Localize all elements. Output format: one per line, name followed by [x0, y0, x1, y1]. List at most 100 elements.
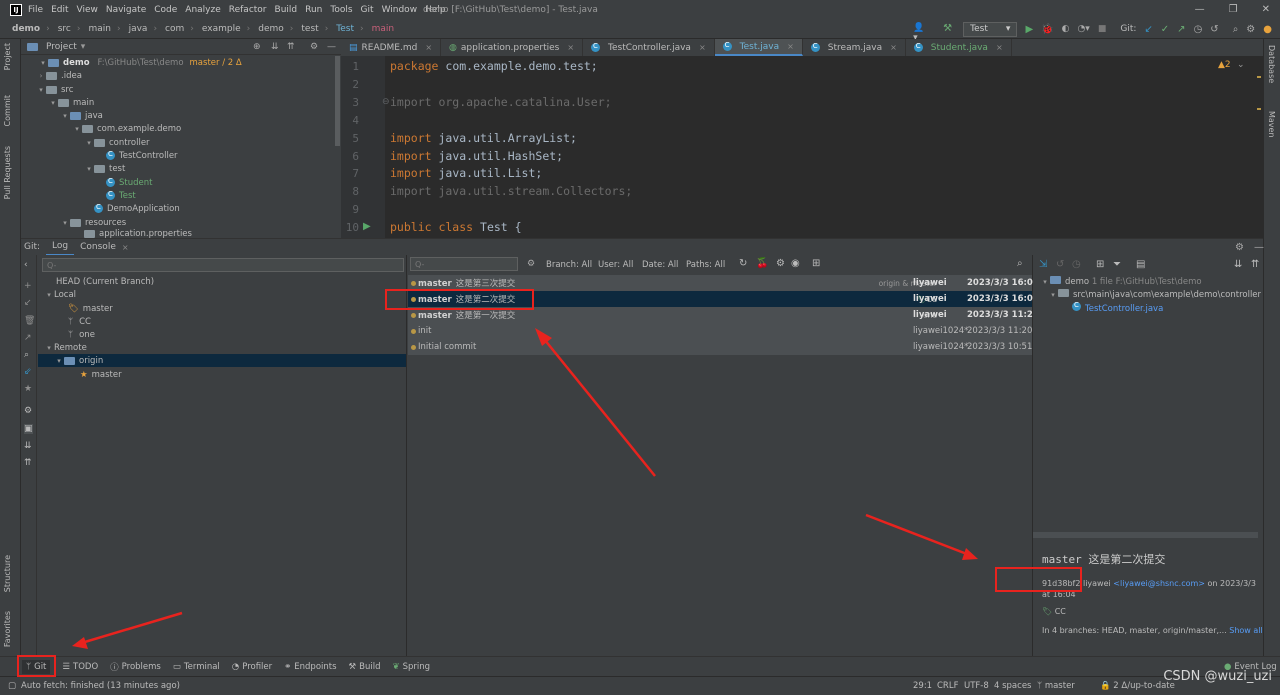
- tool-tab-build[interactable]: ⚒ Build: [349, 662, 381, 672]
- history-icon[interactable]: ◷: [1072, 259, 1081, 270]
- maximize-icon[interactable]: ❐: [1229, 4, 1238, 15]
- run-gutter-icon[interactable]: ▶: [363, 221, 371, 232]
- status-branch[interactable]: ᛘ master: [1037, 681, 1075, 691]
- gear-icon[interactable]: ⚙: [310, 42, 318, 52]
- show-all-link[interactable]: Show all: [1229, 626, 1262, 635]
- update-icon[interactable]: ↙: [24, 298, 32, 308]
- tree-node-controller[interactable]: ▾ controller: [84, 136, 149, 149]
- push-icon[interactable]: ↗: [24, 333, 32, 343]
- gear-icon[interactable]: ⚙: [24, 406, 32, 416]
- menu-refactor[interactable]: Refactor: [229, 5, 267, 15]
- code-editor[interactable]: [341, 56, 1263, 238]
- branch-group-remote[interactable]: ▾ Remote: [44, 341, 87, 354]
- hide-icon[interactable]: —: [1254, 242, 1264, 253]
- close-icon[interactable]: ×: [890, 43, 897, 52]
- close-icon[interactable]: ×: [567, 43, 574, 52]
- status-position[interactable]: 29:1: [913, 681, 932, 691]
- fold-icon[interactable]: ⊖: [382, 97, 390, 107]
- pull-requests-tool-button[interactable]: Pull Requests: [3, 146, 12, 199]
- tab-testcontroller[interactable]: TestController.java ×: [583, 39, 715, 56]
- status-indent[interactable]: 4 spaces: [994, 681, 1031, 691]
- breadcrumb-com[interactable]: com: [165, 24, 184, 34]
- hide-icon[interactable]: —: [327, 42, 336, 52]
- maven-tool-button[interactable]: Maven: [1267, 111, 1276, 138]
- commit-tool-button[interactable]: Commit: [3, 95, 12, 126]
- tree-node-main[interactable]: ▾ main: [48, 96, 94, 109]
- expand-all-icon[interactable]: ⇊: [271, 42, 279, 52]
- menu-run[interactable]: Run: [305, 5, 322, 15]
- locate-icon[interactable]: ⊕: [253, 42, 261, 52]
- tree-node-test-class[interactable]: Test: [106, 189, 136, 202]
- hammer-icon[interactable]: ⚒: [943, 23, 955, 35]
- regex-icon[interactable]: ⚙: [527, 259, 535, 269]
- settings-icon[interactable]: ⚙: [1246, 24, 1255, 35]
- filter-icon[interactable]: ⏷: [1113, 259, 1121, 270]
- graph-options-icon[interactable]: ⚙: [776, 258, 785, 269]
- status-square-icon[interactable]: ▢: [8, 681, 16, 691]
- tree-node-test[interactable]: ▾ test: [84, 162, 125, 175]
- tab-log[interactable]: Log: [46, 239, 75, 256]
- details-splitter[interactable]: [1033, 532, 1258, 538]
- breadcrumb-example[interactable]: example: [202, 24, 241, 34]
- tool-tab-spring[interactable]: ❦ Spring: [393, 662, 431, 672]
- filter-paths[interactable]: Paths: All: [686, 260, 725, 270]
- breadcrumb-main[interactable]: main: [88, 24, 111, 34]
- branch-local-cc[interactable]: ᛘ CC: [68, 315, 91, 328]
- tree-node-java[interactable]: ▾ java: [60, 109, 103, 122]
- tool-tab-profiler[interactable]: ◔ Profiler: [232, 662, 272, 672]
- diff-preview-icon[interactable]: ⊞: [812, 258, 820, 269]
- search-icon[interactable]: ⌕: [24, 350, 29, 360]
- debug-icon[interactable]: 🐞: [1041, 24, 1053, 35]
- tree-node-demoapplication[interactable]: DemoApplication: [94, 202, 180, 215]
- tool-tab-problems[interactable]: ⓘ Problems: [110, 661, 161, 673]
- group-by-icon[interactable]: ⊞: [1096, 259, 1104, 270]
- rollback-icon[interactable]: ↺: [1210, 24, 1218, 35]
- project-panel-title[interactable]: Project: [46, 42, 77, 52]
- changed-file[interactable]: TestController.java: [1072, 301, 1163, 314]
- tool-tab-todo[interactable]: ☰ TODO: [62, 662, 98, 672]
- close-icon[interactable]: ×: [996, 43, 1003, 52]
- branch-remote-master[interactable]: ★ master: [80, 368, 122, 381]
- expand-all-icon[interactable]: ⇊: [24, 441, 32, 451]
- tab-student-java[interactable]: Student.java ×: [906, 39, 1012, 56]
- tool-tab-endpoints[interactable]: ⚭ Endpoints: [284, 662, 336, 672]
- breadcrumb-test-class[interactable]: Test: [336, 24, 354, 34]
- menu-code[interactable]: Code: [154, 5, 177, 15]
- stop-icon[interactable]: ■: [1098, 24, 1107, 34]
- cherry-pick-icon[interactable]: 🍒: [756, 258, 768, 269]
- breadcrumb-src[interactable]: src: [58, 24, 71, 34]
- update-available-icon[interactable]: ●: [1263, 24, 1272, 35]
- log-search-input[interactable]: Q-: [410, 257, 518, 271]
- branches-search-input[interactable]: Q-: [42, 258, 404, 272]
- changes-tree-path[interactable]: ▾ src\main\java\com\example\demo\controll…: [1048, 289, 1261, 300]
- menu-edit[interactable]: Edit: [51, 5, 68, 15]
- star-icon[interactable]: ★: [24, 384, 32, 394]
- refresh-icon[interactable]: ↻: [739, 258, 747, 269]
- menu-analyze[interactable]: Analyze: [185, 5, 220, 15]
- tree-node-src[interactable]: ▾ src: [36, 83, 73, 96]
- chevron-left-icon[interactable]: ‹: [24, 260, 28, 270]
- gear-icon[interactable]: ⚙: [1235, 242, 1244, 253]
- profile-icon[interactable]: ◔▾: [1077, 24, 1089, 34]
- structure-tool-button[interactable]: Structure: [3, 555, 12, 592]
- history-icon[interactable]: ◷: [1194, 24, 1203, 35]
- run-icon[interactable]: ▶: [1025, 24, 1033, 35]
- breadcrumb-main-method[interactable]: main: [372, 24, 395, 34]
- breadcrumb-java[interactable]: java: [129, 24, 148, 34]
- pin-icon[interactable]: ⇲: [1039, 259, 1047, 270]
- fetch-icon[interactable]: ⇙: [24, 367, 32, 377]
- branch-group-local[interactable]: ▾ Local: [44, 288, 76, 301]
- favorites-tool-button[interactable]: Favorites: [3, 611, 12, 647]
- tool-tab-terminal[interactable]: ▭ Terminal: [173, 662, 220, 672]
- menu-navigate[interactable]: Navigate: [106, 5, 146, 15]
- close-icon[interactable]: ×: [787, 42, 794, 51]
- project-tool-button[interactable]: Project: [3, 43, 12, 70]
- close-icon[interactable]: ×: [699, 43, 706, 52]
- user-icon[interactable]: 👤▾: [913, 23, 925, 43]
- git-commit-icon[interactable]: ✓: [1161, 24, 1169, 35]
- commit-row[interactable]: init liyawei1024* 2023/3/3 11:20: [408, 323, 1032, 339]
- rollback-icon[interactable]: ↺: [1056, 259, 1064, 270]
- collapse-all-icon[interactable]: ⇈: [1251, 259, 1259, 270]
- menu-git[interactable]: Git: [361, 5, 374, 15]
- tree-node-package[interactable]: ▾ com.example.demo: [72, 122, 181, 135]
